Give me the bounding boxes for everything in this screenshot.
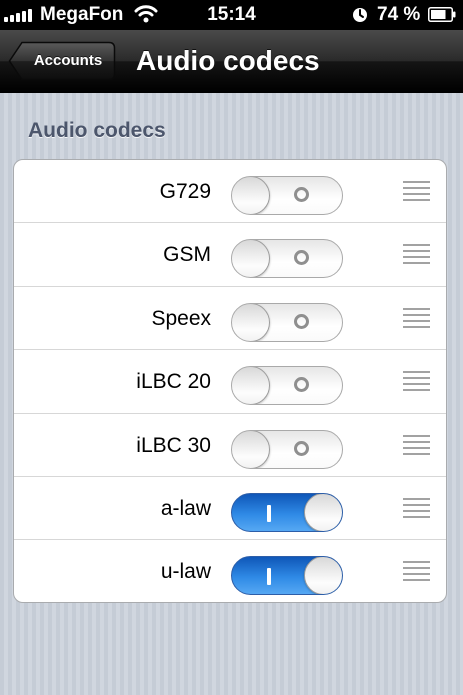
switch-knob xyxy=(232,177,270,214)
codec-row-a-law: a-law xyxy=(14,477,446,541)
codec-label: GSM xyxy=(163,243,211,267)
switch-off-mark xyxy=(294,440,309,456)
switch-knob xyxy=(304,493,342,531)
navigation-bar: Accounts Audio codecs xyxy=(0,30,463,93)
codec-row-gsm: GSM xyxy=(14,223,446,287)
codec-row-u-law: u-law xyxy=(14,540,446,602)
codec-toggle-u-law[interactable] xyxy=(231,556,343,596)
codec-label: Speex xyxy=(151,306,211,330)
codec-row-speex: Speex xyxy=(14,287,446,351)
codec-toggle-speex[interactable] xyxy=(231,302,343,342)
codec-toggle-g729[interactable] xyxy=(231,176,343,215)
codec-label: a-law xyxy=(160,496,211,520)
switch-knob xyxy=(232,240,270,278)
codec-label: u-law xyxy=(160,560,211,584)
reorder-grip-icon[interactable] xyxy=(403,371,430,392)
codec-label: iLBC 30 xyxy=(136,433,211,457)
codec-row-ilbc-30: iLBC 30 xyxy=(14,414,446,477)
back-button-accounts[interactable]: Accounts xyxy=(8,41,116,81)
codec-toggle-gsm[interactable] xyxy=(231,239,343,279)
reorder-grip-icon[interactable] xyxy=(403,497,430,518)
codec-label: iLBC 20 xyxy=(136,370,211,394)
switch-off-mark xyxy=(294,313,309,329)
codec-toggle-ilbc-30[interactable] xyxy=(231,429,343,469)
switch-off-mark xyxy=(294,377,309,393)
page-title: Audio codecs xyxy=(136,45,320,76)
alarm-clock-icon xyxy=(353,8,367,22)
switch-off-mark xyxy=(294,187,309,202)
switch-on-mark xyxy=(267,568,271,586)
codec-row-ilbc-20: iLBC 20 xyxy=(14,350,446,414)
reorder-grip-icon[interactable] xyxy=(403,244,430,265)
back-button-label: Accounts xyxy=(33,52,103,69)
status-bar: MegaFon 15:14 74 % xyxy=(0,0,463,30)
battery-percent: 74 % xyxy=(377,4,421,25)
reorder-grip-icon[interactable] xyxy=(403,434,430,455)
switch-knob xyxy=(232,430,270,468)
switch-knob xyxy=(304,557,342,595)
switch-knob xyxy=(232,367,270,405)
reorder-grip-icon[interactable] xyxy=(403,561,430,582)
switch-on-mark xyxy=(267,504,271,522)
section-header: Audio codecs xyxy=(28,119,166,142)
codec-toggle-ilbc-20[interactable] xyxy=(231,366,343,406)
switch-off-mark xyxy=(294,250,309,266)
codec-row-g729: G729 xyxy=(14,160,446,224)
codec-toggle-a-law[interactable] xyxy=(231,492,343,532)
reorder-grip-icon[interactable] xyxy=(403,307,430,328)
reorder-grip-icon[interactable] xyxy=(403,181,430,201)
switch-knob xyxy=(232,303,270,341)
codec-list: G729 GSM Speex iLBC 20 iLBC 30 a-law u-l… xyxy=(13,159,447,603)
battery-icon xyxy=(428,7,456,22)
codec-label: G729 xyxy=(159,180,211,203)
